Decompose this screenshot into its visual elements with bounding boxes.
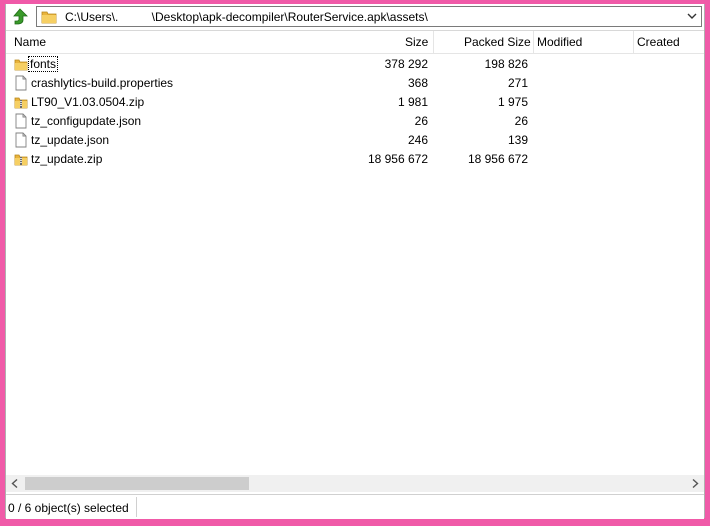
file-name: crashlytics-build.properties	[31, 76, 174, 90]
file-packed-size: 198 826	[484, 57, 528, 71]
file-rows: fonts 378 292 198 826 crashlytics-build.…	[6, 55, 704, 169]
file-name: fonts	[27, 56, 59, 72]
file-packed-size: 139	[507, 133, 528, 147]
file-size: 18 956 672	[367, 152, 428, 166]
file-icon	[15, 113, 27, 129]
status-bar: 0 / 6 object(s) selected	[6, 494, 704, 519]
file-icon	[15, 75, 27, 91]
address-bar-row: C:\Users\. \Desktop\apk-decompiler\Route…	[6, 4, 704, 31]
address-input[interactable]: C:\Users\. \Desktop\apk-decompiler\Route…	[36, 6, 702, 27]
chevron-down-icon	[687, 13, 697, 19]
selection-status: 0 / 6 object(s) selected	[8, 501, 129, 515]
folder-icon	[14, 59, 28, 71]
list-item[interactable]: tz_configupdate.json 26 26	[6, 112, 704, 131]
file-name: LT90_V1.03.0504.zip	[31, 95, 145, 109]
scroll-thumb[interactable]	[25, 477, 249, 490]
list-item[interactable]: crashlytics-build.properties 368 271	[6, 74, 704, 93]
address-path: C:\Users\. \Desktop\apk-decompiler\Route…	[65, 10, 428, 24]
column-header-name[interactable]: Name	[14, 35, 46, 49]
file-icon	[15, 132, 27, 148]
file-manager-window: C:\Users\. \Desktop\apk-decompiler\Route…	[5, 4, 705, 519]
list-item[interactable]: tz_update.json 246 139	[6, 131, 704, 150]
list-item[interactable]: LT90_V1.03.0504.zip 1 981 1 975	[6, 93, 704, 112]
file-size: 246	[407, 133, 428, 147]
file-name: tz_configupdate.json	[31, 114, 142, 128]
up-arrow-icon	[13, 8, 28, 25]
file-packed-size: 271	[507, 76, 528, 90]
file-size: 368	[407, 76, 428, 90]
zip-folder-icon	[14, 154, 28, 166]
chevron-left-icon	[11, 479, 18, 488]
file-list[interactable]: Name Size Packed Size Modified Created f…	[6, 31, 704, 467]
scroll-left-button[interactable]	[6, 475, 23, 492]
scroll-right-button[interactable]	[687, 475, 704, 492]
file-size: 26	[414, 114, 428, 128]
chevron-right-icon	[692, 479, 699, 488]
file-name: tz_update.zip	[31, 152, 103, 166]
address-dropdown-button[interactable]	[685, 8, 699, 25]
file-packed-size: 26	[514, 114, 528, 128]
zip-folder-icon	[14, 97, 28, 109]
file-size: 1 981	[397, 95, 428, 109]
list-item[interactable]: tz_update.zip 18 956 672 18 956 672	[6, 150, 704, 169]
up-folder-button[interactable]	[9, 7, 31, 27]
column-header-modified[interactable]: Modified	[537, 35, 582, 49]
file-size: 378 292	[384, 57, 428, 71]
status-divider	[136, 497, 137, 517]
file-name: tz_update.json	[31, 133, 110, 147]
column-header-packed-size[interactable]: Packed Size	[464, 35, 531, 49]
file-packed-size: 1 975	[497, 95, 528, 109]
file-packed-size: 18 956 672	[467, 152, 528, 166]
folder-icon	[41, 11, 57, 24]
column-header-created[interactable]: Created	[637, 35, 680, 49]
list-header: Name Size Packed Size Modified Created	[6, 31, 704, 54]
list-item[interactable]: fonts 378 292 198 826	[6, 55, 704, 74]
column-header-size[interactable]: Size	[405, 35, 428, 49]
horizontal-scrollbar[interactable]	[6, 475, 704, 492]
